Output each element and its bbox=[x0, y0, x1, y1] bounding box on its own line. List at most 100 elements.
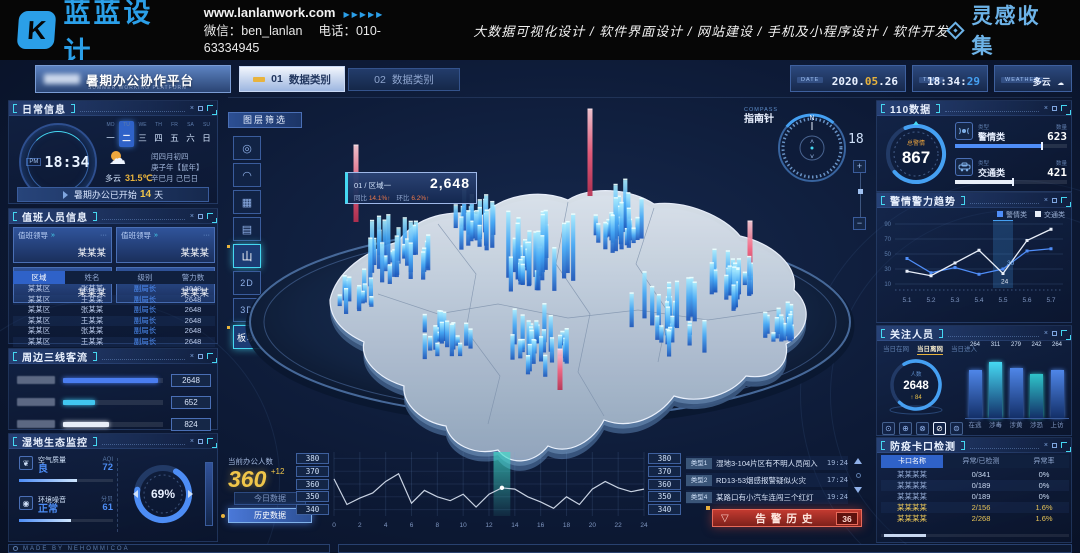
zoom-out-button[interactable]: − bbox=[853, 217, 866, 230]
bar-slot: 311涉毒 bbox=[986, 342, 1006, 418]
city-3d-map[interactable] bbox=[238, 104, 862, 482]
svg-text:˅: ˅ bbox=[1002, 220, 1005, 223]
expand-icon[interactable] bbox=[207, 105, 213, 111]
bar-value: 2648 bbox=[171, 374, 211, 387]
tab-data-category-1[interactable]: 01 数据类别 bbox=[239, 66, 345, 92]
close-icon[interactable]: × bbox=[1044, 105, 1048, 112]
inspiration-collect[interactable]: 灵感收集 bbox=[949, 0, 1062, 60]
close-icon[interactable]: × bbox=[190, 438, 194, 445]
layer-button-bar-chart[interactable]: 山 bbox=[233, 244, 261, 268]
weekday-cell[interactable]: SU日 bbox=[199, 121, 214, 147]
expand-icon[interactable] bbox=[1061, 442, 1067, 448]
window-icon[interactable] bbox=[198, 354, 203, 359]
window-icon[interactable] bbox=[1052, 106, 1057, 111]
layer-button-mode-2d[interactable]: 2D bbox=[233, 271, 261, 295]
svg-text:50: 50 bbox=[884, 252, 891, 258]
zoom-slider[interactable] bbox=[860, 173, 861, 217]
close-icon[interactable]: × bbox=[1044, 330, 1048, 337]
window-icon[interactable] bbox=[1052, 331, 1057, 336]
tab-number: 01 bbox=[271, 73, 283, 85]
footer-bar bbox=[338, 544, 1072, 553]
layer-button-blocks[interactable]: ▦ bbox=[233, 190, 261, 214]
more-icon[interactable]: ··· bbox=[100, 232, 107, 239]
bar[interactable] bbox=[1030, 374, 1043, 418]
cloud-icon: ☁ bbox=[1057, 75, 1064, 88]
alert-time: 19:24 bbox=[827, 493, 848, 501]
svg-text:30: 30 bbox=[884, 267, 891, 273]
map-tooltip: 01 / 区域一 2,648 同比 14.1%↑环比 6.2%↑ bbox=[345, 172, 477, 204]
weekday-cn: 三 bbox=[138, 133, 147, 143]
header-contact: www.lanlanwork.com▶▶▶▶▶ 微信：ben_lanlan电话：… bbox=[204, 4, 434, 57]
person-filter-icon[interactable]: ⊘ bbox=[933, 422, 946, 435]
date-day: .26 bbox=[878, 75, 898, 88]
bar[interactable] bbox=[1051, 370, 1064, 418]
alert-text: 某路口有小汽车连闯三个红灯 bbox=[716, 492, 818, 503]
svg-text:5.2: 5.2 bbox=[926, 297, 935, 304]
table-row: 某某区张某某副局长2648 bbox=[13, 284, 215, 295]
alert-row[interactable]: 类型1湿地3-104片区有不明人员闯入19:24 bbox=[686, 456, 848, 470]
expand-icon[interactable] bbox=[1061, 197, 1067, 203]
alarm-type-row: 类型警情类 数量623 bbox=[955, 121, 1067, 148]
close-icon[interactable]: × bbox=[1044, 197, 1048, 204]
checkpoint-scrollbar[interactable] bbox=[881, 534, 1069, 537]
person-filter-icon[interactable]: ⊗ bbox=[916, 422, 929, 435]
weekday-cell[interactable]: FR五 bbox=[167, 121, 182, 147]
alarm-history-banner[interactable]: ▽ 告警历史 36 bbox=[712, 509, 862, 527]
column-header[interactable]: 区域 bbox=[13, 271, 65, 284]
weekday-cell[interactable]: MO一 bbox=[103, 121, 118, 147]
close-icon[interactable]: × bbox=[190, 213, 194, 220]
person-filter-icon[interactable]: ⊙ bbox=[882, 422, 895, 435]
expand-icon[interactable] bbox=[207, 353, 213, 359]
more-icon[interactable]: ··· bbox=[203, 232, 210, 239]
table-cell: 2/268 bbox=[943, 513, 1019, 524]
layer-button-mode-3d[interactable]: 3D bbox=[233, 298, 261, 322]
layer-button-mode-plate[interactable]: 板块 bbox=[233, 325, 261, 349]
expand-icon[interactable] bbox=[1061, 330, 1067, 336]
panel-eco-monitor: 湿地生态监控 × ❦ 空气质量良 AQI72 ◉ 环境噪音正常 分贝61 69% bbox=[8, 433, 218, 542]
zoom-in-button[interactable]: + bbox=[853, 160, 866, 173]
layer-button-list[interactable]: ▤ bbox=[233, 217, 261, 241]
alert-row[interactable]: 类型4 某路口有小汽车连闯三个红灯 19:24 bbox=[686, 490, 848, 504]
alert-type-badge: 类型2 bbox=[686, 475, 712, 486]
layer-button-signal[interactable]: ◠ bbox=[233, 163, 261, 187]
table-row: 某某区王某某副局长2648 bbox=[13, 316, 215, 327]
x-axis-label: 2 bbox=[351, 522, 369, 529]
logo-text: 蓝蓝设计 bbox=[63, 0, 181, 69]
weekday-cell[interactable]: SA六 bbox=[183, 121, 198, 147]
weekday-cell[interactable]: TH四 bbox=[151, 121, 166, 147]
duty-leader-card[interactable]: 值班领导»···某某某 bbox=[116, 227, 215, 263]
expand-icon[interactable] bbox=[207, 438, 213, 444]
window-icon[interactable] bbox=[1052, 443, 1057, 448]
column-header[interactable]: 卡口名称 bbox=[881, 455, 943, 468]
column-header: 级别 bbox=[119, 271, 171, 284]
expand-icon[interactable] bbox=[1061, 105, 1067, 111]
layer-button-camera[interactable]: ◎ bbox=[233, 136, 261, 160]
bar[interactable] bbox=[989, 362, 1002, 418]
alert-type-badge: 类型4 bbox=[686, 492, 712, 503]
close-icon[interactable]: × bbox=[190, 105, 194, 112]
table-cell: 张某某 bbox=[65, 284, 119, 295]
duty-leader-card[interactable]: 值班领导»···某某某 bbox=[13, 227, 112, 263]
window-icon[interactable] bbox=[1052, 198, 1057, 203]
scroll-down-icon[interactable] bbox=[854, 487, 862, 493]
person-filter-icon[interactable]: ⊜ bbox=[950, 422, 963, 435]
alert-row[interactable]: 类型2RD13-53烟感报警疑似火灾17:24 bbox=[686, 473, 848, 487]
window-icon[interactable] bbox=[198, 106, 203, 111]
bar[interactable] bbox=[969, 370, 982, 418]
svg-text:69%: 69% bbox=[151, 487, 175, 501]
site-url[interactable]: www.lanlanwork.com bbox=[204, 5, 336, 20]
person-filter-icon[interactable]: ⊕ bbox=[899, 422, 912, 435]
window-icon[interactable] bbox=[198, 439, 203, 444]
bar[interactable] bbox=[1010, 368, 1023, 418]
made-by-strip: MADE BY NEHOMMICOA bbox=[8, 544, 330, 553]
x-axis-label: 12 bbox=[480, 522, 498, 529]
tab-data-category-2[interactable]: 02 数据类别 bbox=[348, 68, 460, 91]
expand-icon[interactable] bbox=[207, 213, 213, 219]
close-icon[interactable]: × bbox=[190, 353, 194, 360]
table-cell: 王某某 bbox=[65, 337, 119, 348]
weekday-cell[interactable]: WE三 bbox=[135, 121, 150, 147]
weekday-cell[interactable]: TU二 bbox=[119, 121, 134, 147]
close-icon[interactable]: × bbox=[1044, 442, 1048, 449]
scroll-up-icon[interactable] bbox=[854, 458, 862, 464]
window-icon[interactable] bbox=[198, 214, 203, 219]
